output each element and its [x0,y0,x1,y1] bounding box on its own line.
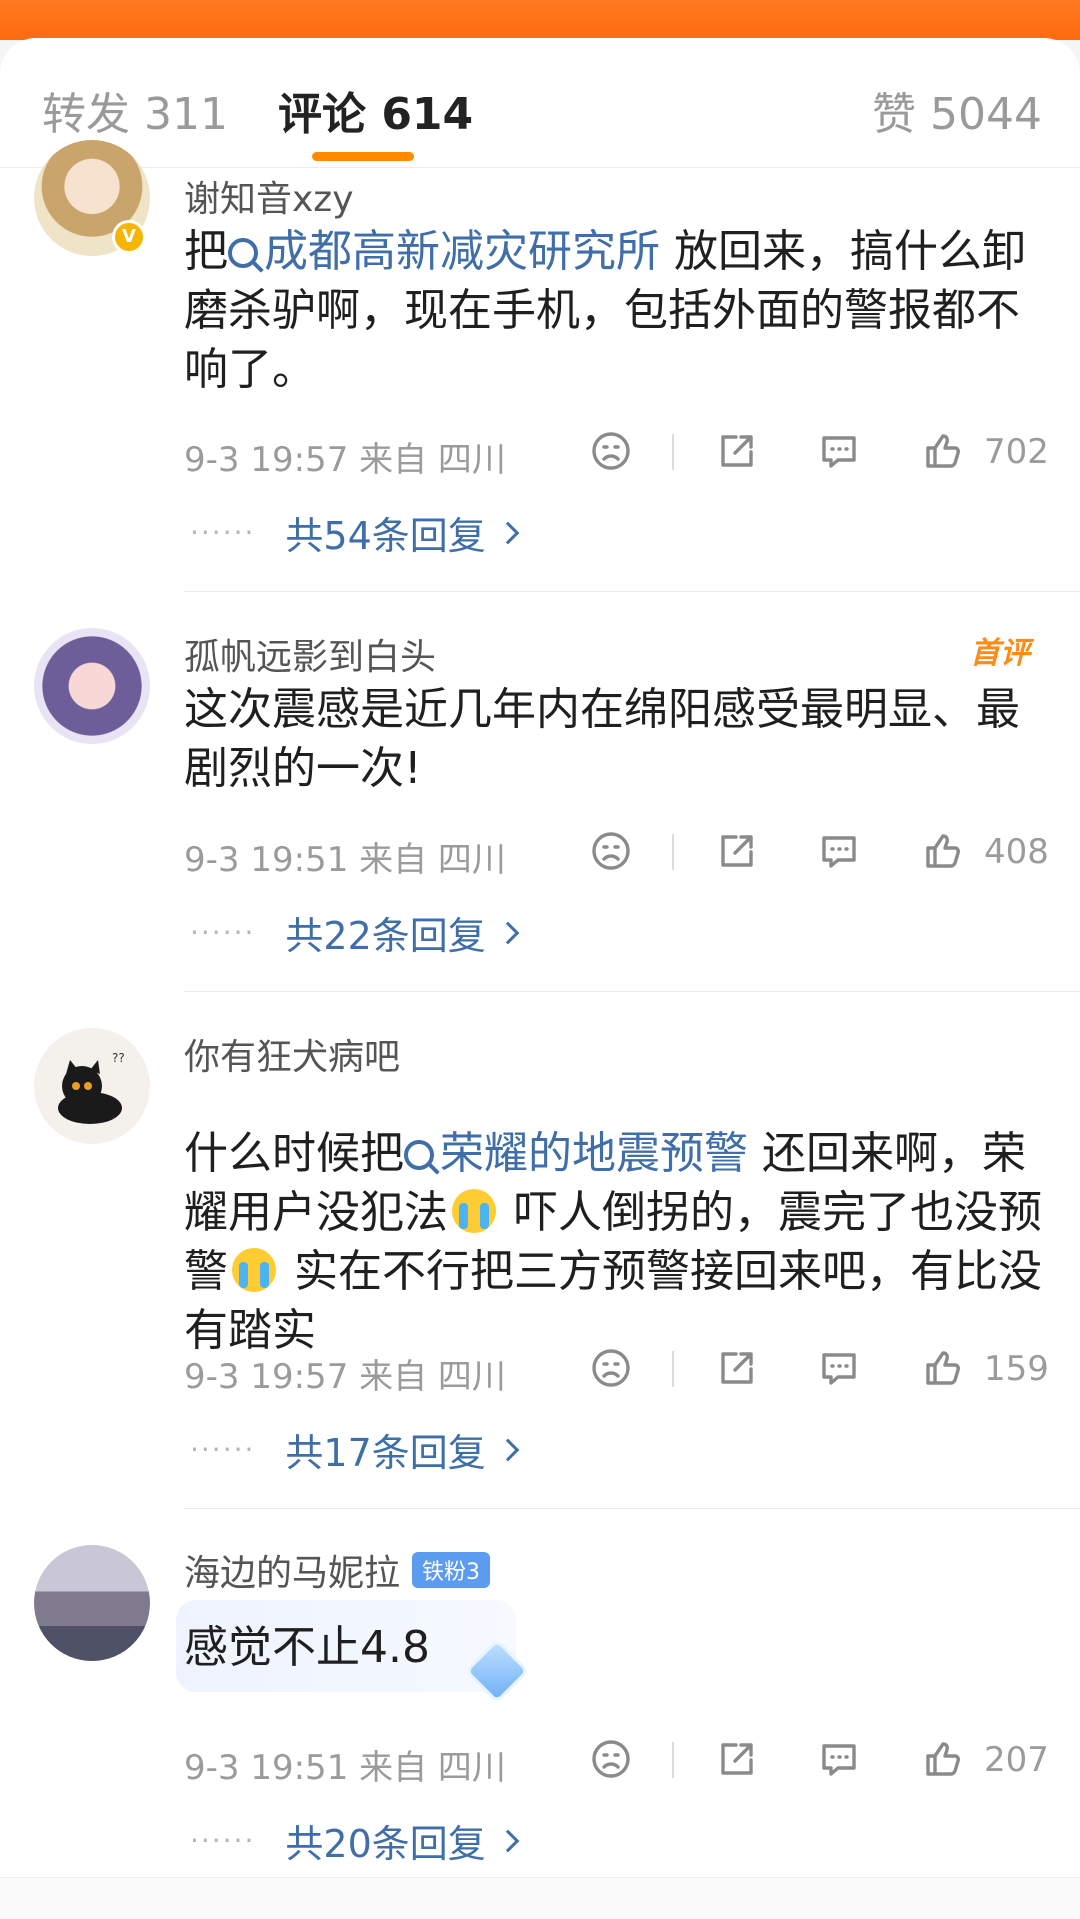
divider [184,591,1080,592]
tab-likes[interactable]: 赞 5044 [872,78,1042,142]
comment-text: 把成都高新减灾研究所 放回来，搞什么卸磨杀驴啊，现在手机，包括外面的警报都不响了… [184,226,1026,395]
comments-sheet: 转发 311 评论 614 赞 5044 V 谢知音xzy 把成都高新减灾研究所… [0,38,1080,1919]
divider [672,434,674,470]
comment-icon[interactable] [816,428,862,474]
divider [672,1742,674,1778]
first-comment-badge: 首评 [970,636,1030,671]
share-icon[interactable] [714,428,760,474]
time-location: 9-3 19:57 来自 四川 [184,440,506,480]
dots-icon: ······ [190,516,256,549]
divider [184,991,1080,992]
username[interactable]: 孤帆远影到白头 [184,628,436,680]
comment-meta: 9-3 19:57 来自 四川 159 [184,1345,1054,1397]
search-icon [404,1140,434,1170]
like-count: 702 [984,432,1049,472]
dislike-icon[interactable] [588,828,634,874]
tab-comments[interactable]: 评论 614 [278,78,473,142]
divider [184,1508,1080,1509]
view-replies-link[interactable]: ······ 共22条回复 [190,905,520,958]
hashtag-link[interactable]: 荣耀的地震预警 [404,1128,748,1179]
like-icon[interactable] [920,1736,966,1782]
crying-emoji-icon [452,1189,496,1233]
like-icon[interactable] [920,428,966,474]
fan-level-badge: 铁粉3 [412,1552,491,1588]
comment-icon[interactable] [816,1736,862,1782]
time-location: 9-3 19:51 来自 四川 [184,1748,506,1788]
view-replies-link[interactable]: ······ 共54条回复 [190,505,520,558]
share-icon[interactable] [714,828,760,874]
dislike-icon[interactable] [588,1736,634,1782]
svg-text:??: ?? [112,1051,125,1065]
dots-icon: ······ [190,1824,256,1857]
comment-icon[interactable] [816,828,862,874]
black-cat-icon: ?? [58,1051,125,1124]
comment-meta: 9-3 19:51 来自 四川 207 [184,1736,1054,1788]
like-count: 408 [984,832,1049,872]
chevron-right-icon [496,1438,520,1461]
chevron-right-icon [496,521,520,544]
dots-icon: ······ [190,1433,256,1466]
time-location: 9-3 19:51 来自 四川 [184,840,506,880]
comment-meta: 9-3 19:51 来自 四川 408 [184,828,1054,880]
view-replies-link[interactable]: ······ 共17条回复 [190,1422,520,1475]
avatar[interactable]: ?? [34,1028,150,1144]
dots-icon: ······ [190,916,256,949]
divider [672,1351,674,1387]
dislike-icon[interactable] [588,1345,634,1391]
bottom-bar [0,1877,1080,1919]
username[interactable]: 谢知音xzy [184,170,354,222]
tab-repost[interactable]: 转发 311 [42,78,228,142]
username-row[interactable]: 海边的马妮拉 铁粉3 [184,1544,491,1596]
comment-icon[interactable] [816,1345,862,1391]
divider [672,834,674,870]
chevron-right-icon [496,1829,520,1852]
dislike-icon[interactable] [588,428,634,474]
share-icon[interactable] [714,1345,760,1391]
like-icon[interactable] [920,1345,966,1391]
comment-meta: 9-3 19:57 来自 四川 702 [184,428,1054,480]
share-icon[interactable] [714,1736,760,1782]
like-icon[interactable] [920,828,966,874]
search-icon [228,238,258,268]
avatar[interactable] [34,628,150,744]
comment-text: 什么时候把 荣耀的地震预警 还回来啊，荣耀用户没犯法 吓人倒拐的，震完了也没预警 … [184,1128,1042,1356]
like-count: 207 [984,1740,1049,1780]
view-replies-link[interactable]: ······ 共20条回复 [190,1813,520,1866]
time-location: 9-3 19:57 来自 四川 [184,1357,506,1397]
avatar[interactable] [34,1545,150,1661]
active-tab-indicator [312,152,414,161]
like-count: 159 [984,1349,1049,1389]
hashtag-link[interactable]: 成都高新减灾研究所 [228,226,660,277]
username[interactable]: 你有狂犬病吧 [184,1028,400,1080]
username[interactable]: 海边的马妮拉 [184,1553,400,1594]
comment-text: 这次震感是近几年内在绵阳感受最明显、最剧烈的一次! [184,684,1020,794]
chevron-right-icon [496,921,520,944]
crying-emoji-icon [232,1248,276,1292]
tab-bar: 转发 311 评论 614 赞 5044 [0,38,1080,168]
verified-icon: V [112,220,146,254]
comment-text: 感觉不止4.8 [184,1622,430,1673]
